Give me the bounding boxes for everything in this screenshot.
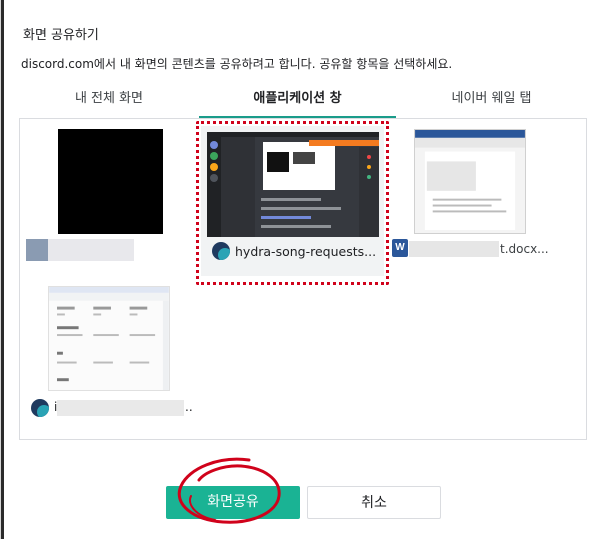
share-screen-dialog: 화면 공유하기 discord.com에서 내 화면의 콘텐츠를 공유하려고 합… [0,0,601,539]
word-icon: W [392,239,408,257]
tab-application-window[interactable]: 애플리케이션 창 [199,85,396,119]
background-window-edge [1,0,4,539]
source-item-label: hydra-song-requests... [235,244,377,259]
source-item-label: t.docx... [500,242,549,256]
source-thumbnail [58,129,163,234]
hydra-app-icon [212,242,230,260]
source-list: hydra-song-requests... W t.docx... i .. [19,118,587,440]
source-item-discord-window[interactable]: hydra-song-requests... [196,121,389,285]
share-button[interactable]: 화면공유 [166,486,300,519]
tab-entire-screen[interactable]: 내 전체 화면 [19,85,199,119]
source-item-screen[interactable] [26,127,196,265]
source-thumbnail [414,129,526,234]
source-item-browser-window[interactable]: i .. [26,284,196,424]
cancel-button[interactable]: 취소 [307,486,441,519]
hydra-app-icon [31,399,49,417]
dialog-subtitle: discord.com에서 내 화면의 콘텐츠를 공유하려고 합니다. 공유할 … [21,57,453,71]
source-thumbnail [48,286,170,391]
source-thumbnail [207,132,379,237]
redacted-label [57,400,184,416]
source-item-word-document[interactable]: W t.docx... [392,127,582,267]
dialog-title: 화면 공유하기 [23,28,99,43]
redacted-label [409,241,499,257]
source-tabs: 내 전체 화면 애플리케이션 창 네이버 웨일 탭 [19,85,587,119]
redacted-label [48,239,134,261]
tab-whale-tab[interactable]: 네이버 웨일 탭 [396,85,587,119]
label-ellipsis: .. [185,400,193,414]
redacted-icon [26,239,48,261]
